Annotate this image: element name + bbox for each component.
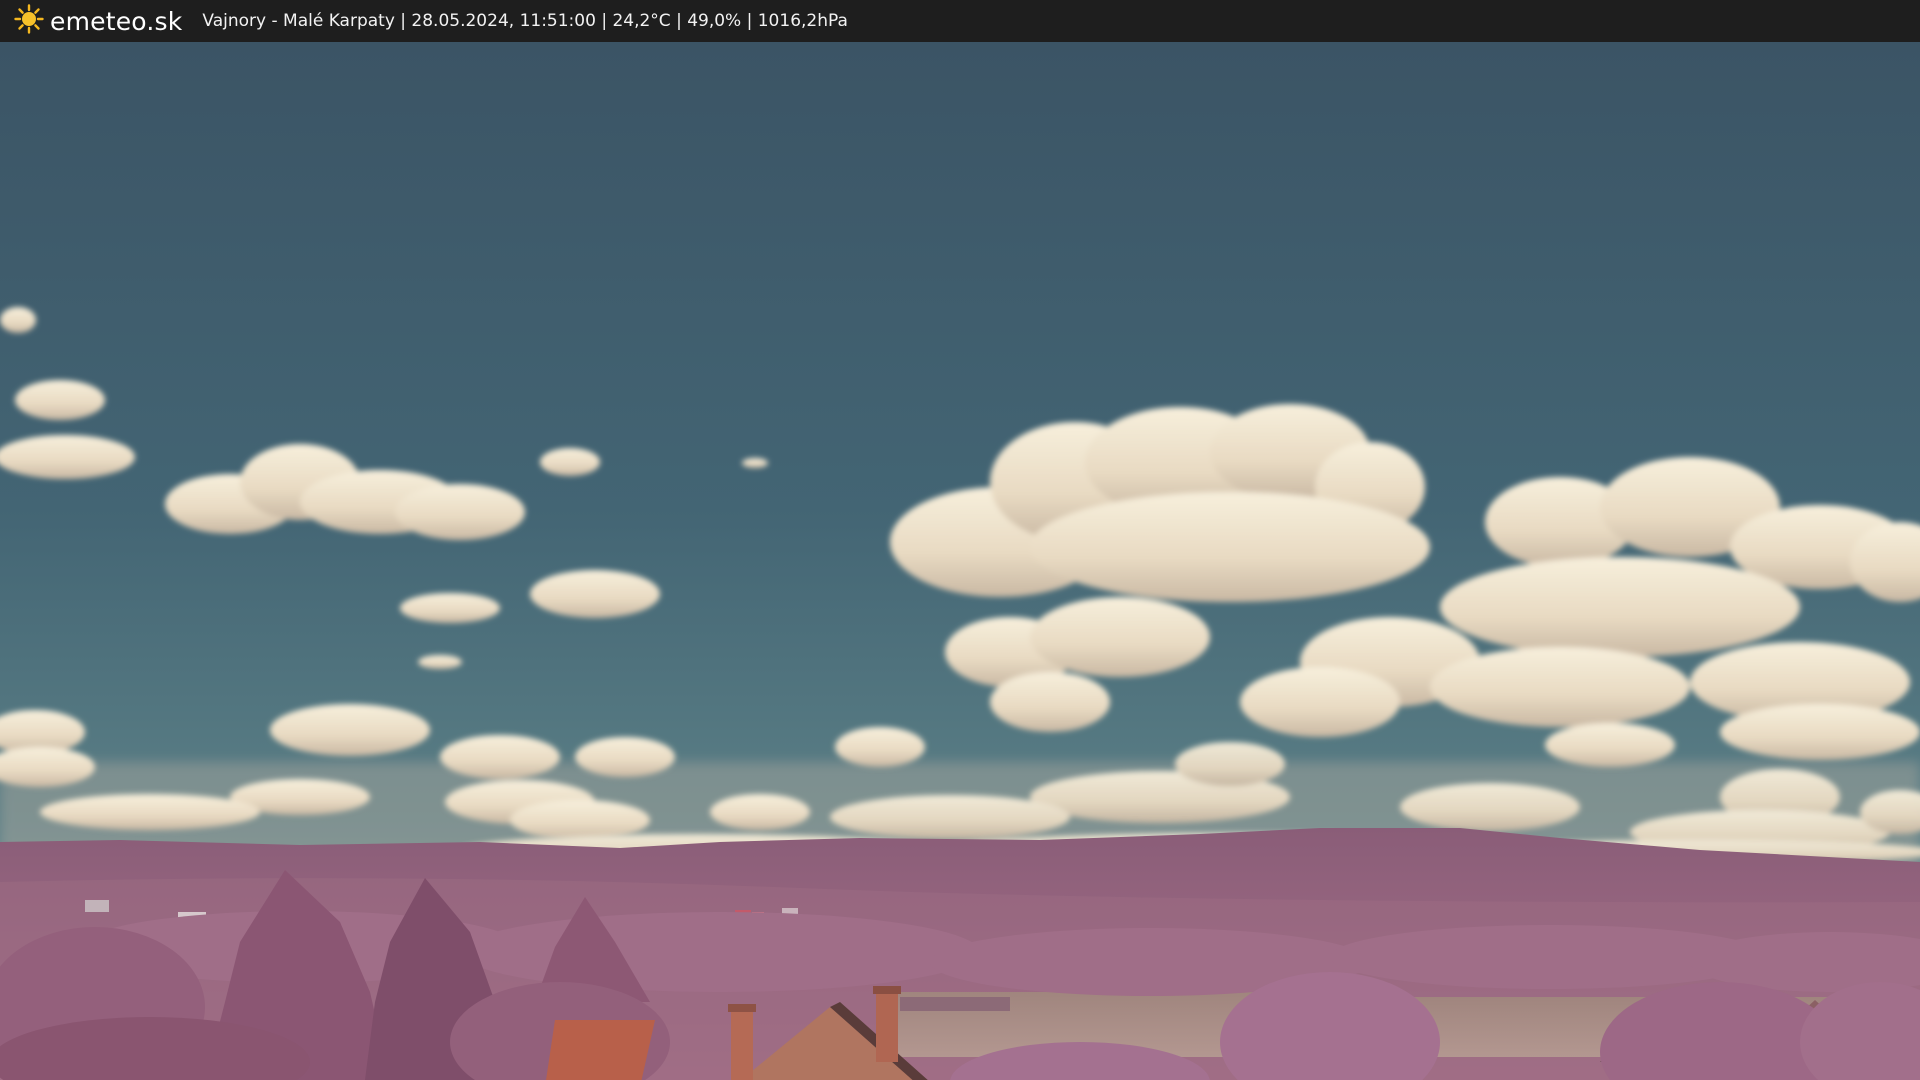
webcam-frame: emeteo.sk Vajnory - Malé Karpaty | 28.05… [0, 0, 1920, 1080]
sun-icon [14, 3, 44, 39]
info-bar: emeteo.sk Vajnory - Malé Karpaty | 28.05… [0, 0, 1920, 42]
webcam-image [0, 42, 1920, 1080]
station-info-text: Vajnory - Malé Karpaty | 28.05.2024, 11:… [202, 11, 848, 31]
site-name: emeteo.sk [50, 6, 183, 36]
site-logo[interactable]: emeteo.sk [14, 3, 183, 39]
